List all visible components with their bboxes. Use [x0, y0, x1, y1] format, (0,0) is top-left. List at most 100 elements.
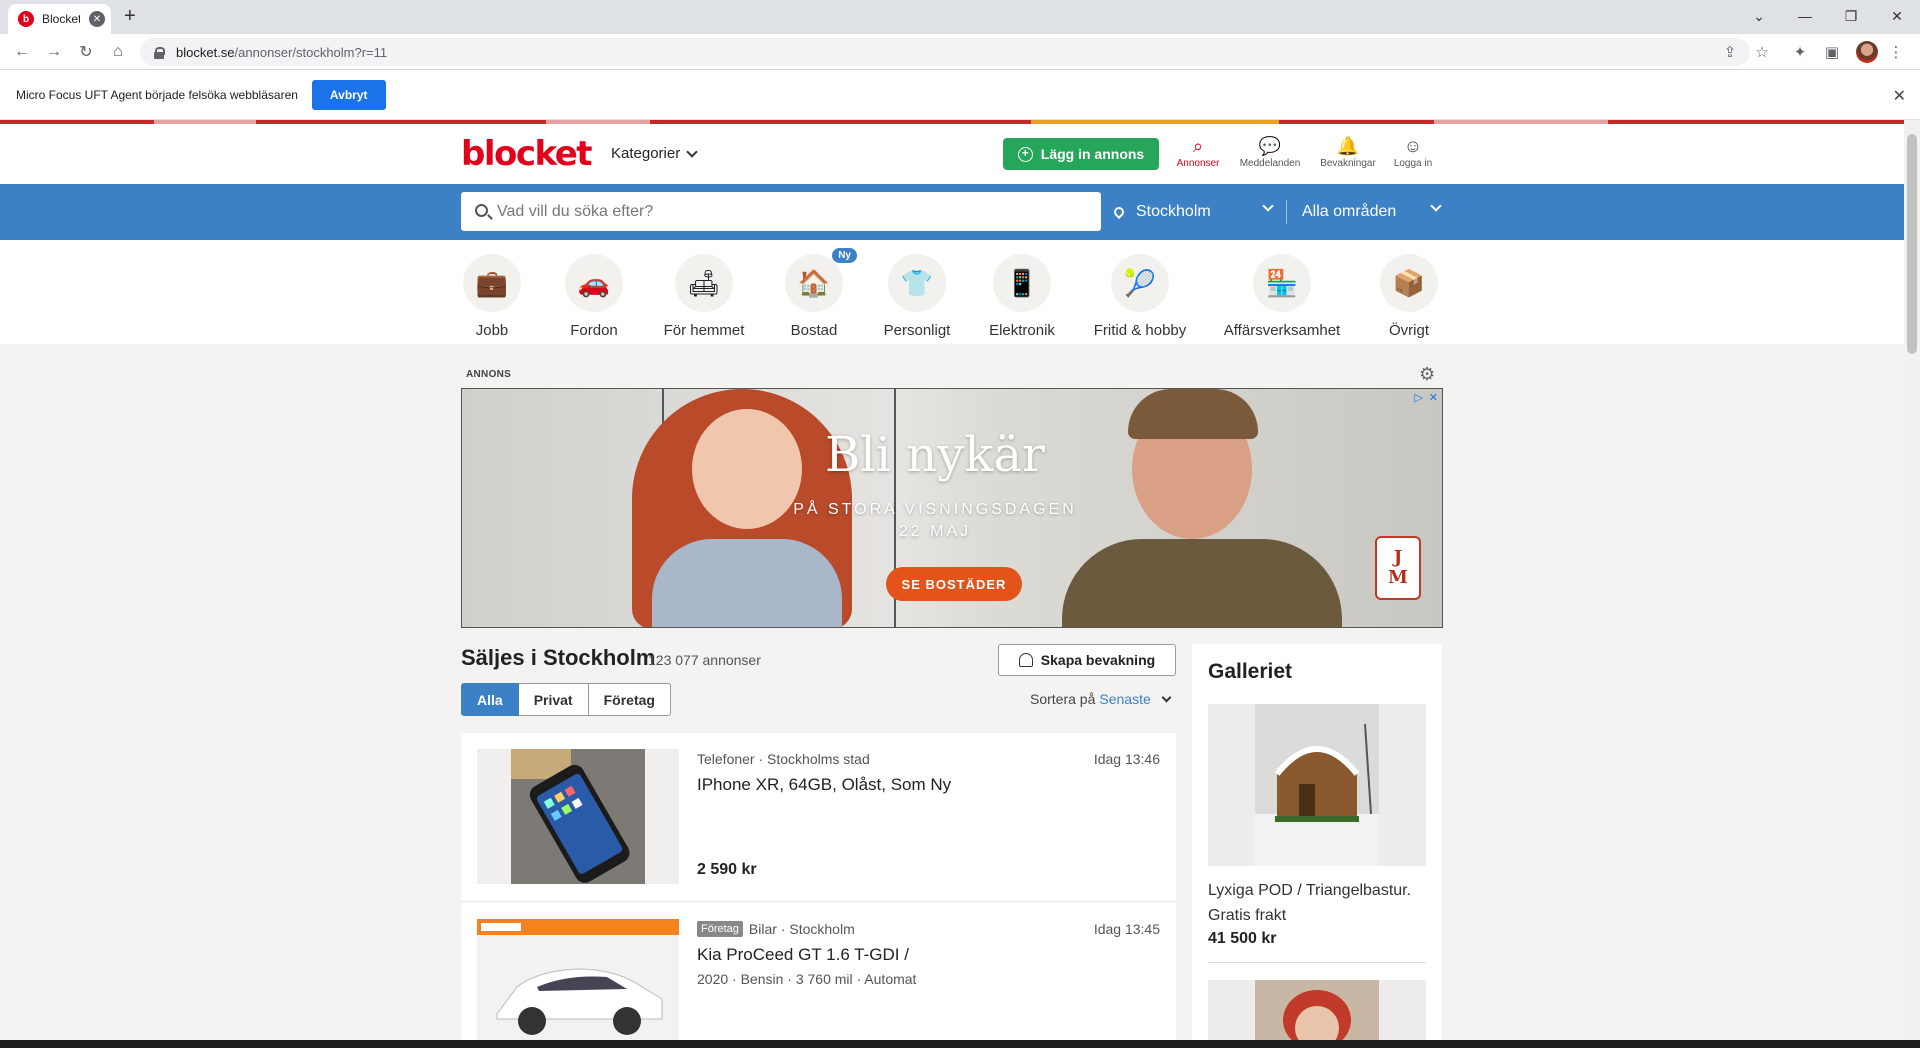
sort-label: Sortera på	[1030, 691, 1096, 707]
tab-title: Blocket	[42, 12, 80, 26]
figure-face	[692, 409, 802, 529]
chevron-down-icon	[1161, 692, 1172, 702]
home-icon[interactable]: ⌂	[108, 42, 128, 62]
box-icon: 📦	[1392, 268, 1426, 298]
forward-arrow-icon[interactable]: →	[44, 42, 64, 62]
category-fritid-hobby[interactable]: 🎾 Fritid & hobby	[1080, 254, 1200, 339]
category-personligt[interactable]: 👕 Personligt	[857, 254, 977, 339]
filter-tab-alla[interactable]: Alla	[461, 683, 519, 716]
categories-dropdown[interactable]: Kategorier	[611, 145, 698, 162]
ad-banner[interactable]: Bli nykär PÅ STORA VISNINGSDAGEN 22 MAJ …	[461, 388, 1443, 628]
address-bar[interactable]: blocket.se/annonser/stockholm?r=11	[140, 38, 1750, 66]
ad-subheadline: PÅ STORA VISNINGSDAGEN 22 MAJ	[790, 499, 1080, 543]
phone-icon: 📱	[1005, 268, 1039, 298]
post-ad-label: Lägg in annons	[1040, 146, 1145, 162]
category-icon-circle: 👕	[888, 254, 946, 312]
browser-tab[interactable]: b Blocket ✕	[8, 4, 111, 34]
gallery-image[interactable]	[1208, 704, 1426, 866]
url-host: blocket.se	[176, 44, 235, 60]
share-icon[interactable]: ⇪	[1720, 42, 1740, 62]
new-tab-button[interactable]: +	[124, 6, 136, 26]
listing-card[interactable]: Företag Bilar · Stockholm Idag 13:45 Kia…	[461, 903, 1176, 1040]
listing-meta: Telefoner · Stockholms stad	[697, 751, 870, 767]
ad-cta-button[interactable]: SE BOSTÄDER	[886, 567, 1022, 601]
side-panel-icon[interactable]: ▣	[1822, 42, 1842, 62]
gallery-item-name[interactable]: Lyxiga POD / Triangelbastur. Gratis frak…	[1208, 878, 1426, 928]
listing-title[interactable]: IPhone XR, 64GB, Olåst, Som Ny	[697, 775, 951, 795]
listings-count: 123 077 annonser	[648, 652, 761, 668]
filter-tab-foretag[interactable]: Företag	[588, 683, 671, 716]
debugger-infobar: Micro Focus UFT Agent började felsöka we…	[0, 70, 1920, 120]
reload-icon[interactable]: ↻	[76, 42, 96, 62]
chevron-down-icon	[1430, 200, 1442, 212]
category-label: Övrigt	[1388, 322, 1429, 339]
sauna-photo	[1255, 704, 1379, 866]
nav-logga-in-label: Logga in	[1393, 158, 1433, 169]
bookmark-star-icon[interactable]: ☆	[1752, 42, 1772, 62]
nav-bevakningar[interactable]: 🔔 Bevakningar	[1313, 134, 1383, 169]
nav-annonser[interactable]: ⌕ Annonser	[1163, 134, 1233, 169]
create-alert-label: Skapa bevakning	[1040, 652, 1156, 668]
car-icon: 🚗	[577, 268, 611, 298]
seller-filter-tabs: Alla Privat Företag	[461, 683, 671, 716]
location-value: Stockholm	[1136, 202, 1211, 220]
phone-photo	[511, 749, 645, 884]
listing-time: Idag 13:46	[1093, 751, 1160, 767]
location-pin-icon	[1111, 204, 1127, 219]
area-select[interactable]: Alla områden	[1302, 192, 1442, 231]
category-icon-circle: 💼	[463, 254, 521, 312]
tab-search-chevron-icon[interactable]: ⌄	[1736, 2, 1782, 30]
divider	[1208, 962, 1426, 963]
search-input[interactable]: Vad vill du söka efter?	[461, 192, 1101, 231]
cancel-debugging-button[interactable]: Avbryt	[311, 79, 386, 110]
sort-value: Senaste	[1099, 691, 1151, 707]
category-label: Fritid & hobby	[1093, 322, 1187, 339]
figure-body	[1062, 539, 1342, 627]
sort-dropdown[interactable]: Sortera på Senaste	[1030, 691, 1172, 707]
browser-toolbar: ← → ↻ ⌂ blocket.se/annonser/stockholm?r=…	[0, 34, 1920, 70]
gallery-image[interactable]	[1208, 980, 1426, 1048]
bell-icon	[1018, 653, 1033, 667]
close-window-button[interactable]: ✕	[1874, 2, 1920, 30]
category-affarsverksamhet[interactable]: 🏪 Affärsverksamhet	[1222, 254, 1342, 339]
category-label: Personligt	[883, 322, 951, 339]
infobar-close-icon[interactable]: ✕	[1893, 86, 1906, 106]
page-scrollbar[interactable]	[1904, 120, 1920, 1042]
category-icon-circle: 📱	[993, 254, 1051, 312]
category-for-hemmet[interactable]: 🛋 För hemmet	[644, 254, 764, 339]
ad-sub-line-2: 22 MAJ	[898, 523, 972, 540]
category-ovrigt[interactable]: 📦 Övrigt	[1349, 254, 1469, 339]
restore-button[interactable]: ❐	[1828, 2, 1874, 30]
back-arrow-icon[interactable]: ←	[12, 42, 32, 62]
armchair-icon: 🛋	[687, 268, 721, 298]
category-fordon[interactable]: 🚗 Fordon	[534, 254, 654, 339]
ad-choices[interactable]: ▷ ✕	[1414, 391, 1438, 404]
create-alert-button[interactable]: Skapa bevakning	[998, 644, 1176, 676]
shirt-icon: 👕	[900, 268, 934, 298]
location-select[interactable]: Stockholm	[1111, 192, 1274, 231]
post-ad-button[interactable]: + Lägg in annons	[1003, 138, 1159, 170]
category-bostad[interactable]: 🏠 Ny Bostad	[754, 248, 874, 339]
area-value: Alla områden	[1302, 202, 1397, 220]
blocket-logo[interactable]: blocket	[461, 136, 593, 172]
scrollbar-thumb[interactable]	[1907, 134, 1917, 354]
listing-title[interactable]: Kia ProCeed GT 1.6 T-GDI /	[697, 945, 909, 965]
nav-meddelanden[interactable]: 💬 Meddelanden	[1235, 134, 1305, 169]
listing-card[interactable]: Telefoner · Stockholms stad Idag 13:46 I…	[461, 733, 1176, 900]
profile-avatar[interactable]	[1856, 41, 1878, 63]
nav-logga-in[interactable]: ☺ Logga in	[1378, 134, 1448, 169]
category-label: Affärsverksamhet	[1223, 322, 1341, 339]
tab-close-icon[interactable]: ✕	[89, 11, 105, 27]
ad-label: ANNONS	[466, 369, 512, 380]
category-elektronik[interactable]: 📱 Elektronik	[962, 254, 1082, 339]
extensions-puzzle-icon[interactable]: ✦	[1790, 42, 1810, 62]
gallery-item-price: 41 500 kr	[1208, 930, 1277, 947]
adchoices-icon[interactable]: ▷	[1414, 391, 1422, 404]
minimize-button[interactable]: —	[1782, 2, 1828, 30]
new-badge: Ny	[832, 248, 857, 263]
close-icon[interactable]: ✕	[1429, 391, 1438, 404]
browser-menu-icon[interactable]: ⋮	[1886, 42, 1906, 62]
gear-icon[interactable]: ⚙	[1419, 364, 1435, 385]
category-label: Bostad	[790, 322, 838, 339]
filter-tab-privat[interactable]: Privat	[518, 683, 589, 716]
